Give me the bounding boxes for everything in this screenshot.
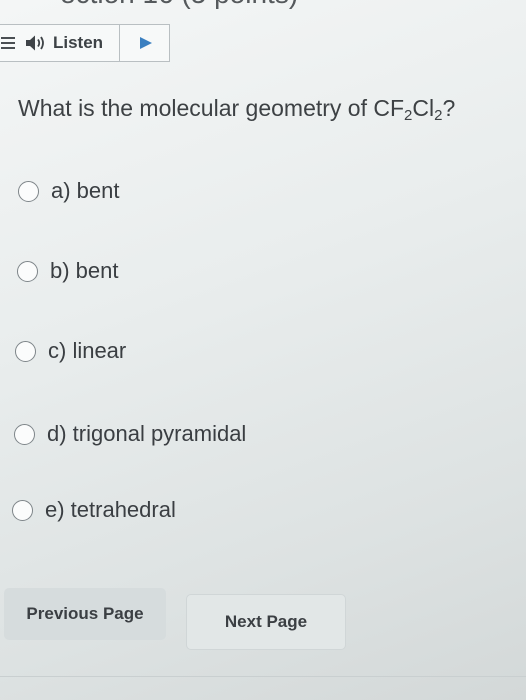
toolbar-divider — [119, 25, 120, 61]
listen-label: Listen — [53, 33, 104, 52]
option-label: b) bent — [50, 258, 119, 283]
question-prefix: What is the molecular geometry of CF — [18, 95, 405, 121]
previous-page-button[interactable]: Previous Page — [4, 588, 166, 640]
speaker-icon — [26, 35, 44, 51]
option-label: d) trigonal pyramidal — [47, 421, 247, 446]
option-c[interactable]: c) linear — [15, 338, 126, 364]
radio-button[interactable] — [14, 423, 35, 445]
option-d[interactable]: d) trigonal pyramidal — [14, 421, 246, 447]
radio-button[interactable] — [18, 180, 39, 202]
option-label: a) bent — [51, 178, 120, 203]
menu-icon[interactable] — [1, 37, 15, 50]
option-a[interactable]: a) bent — [18, 178, 120, 204]
question-text: What is the molecular geometry of CF2Cl2… — [18, 95, 456, 123]
option-label: e) tetrahedral — [45, 497, 176, 522]
radio-button[interactable] — [15, 340, 36, 362]
listen-toolbar: Listen — [0, 24, 170, 62]
listen-button[interactable]: Listen — [25, 25, 103, 61]
option-label: c) linear — [48, 338, 127, 363]
play-button[interactable] — [129, 25, 163, 61]
bottom-divider — [0, 676, 526, 677]
section-heading: ection 16 (5 points) — [60, 0, 298, 10]
option-b[interactable]: b) bent — [17, 258, 119, 284]
next-page-button[interactable]: Next Page — [186, 594, 346, 650]
question-suffix: ? — [442, 95, 456, 121]
option-e[interactable]: e) tetrahedral — [12, 497, 176, 523]
radio-button[interactable] — [17, 260, 38, 282]
play-icon — [140, 37, 152, 49]
radio-button[interactable] — [12, 499, 33, 521]
question-chlorine: Cl — [412, 95, 435, 121]
